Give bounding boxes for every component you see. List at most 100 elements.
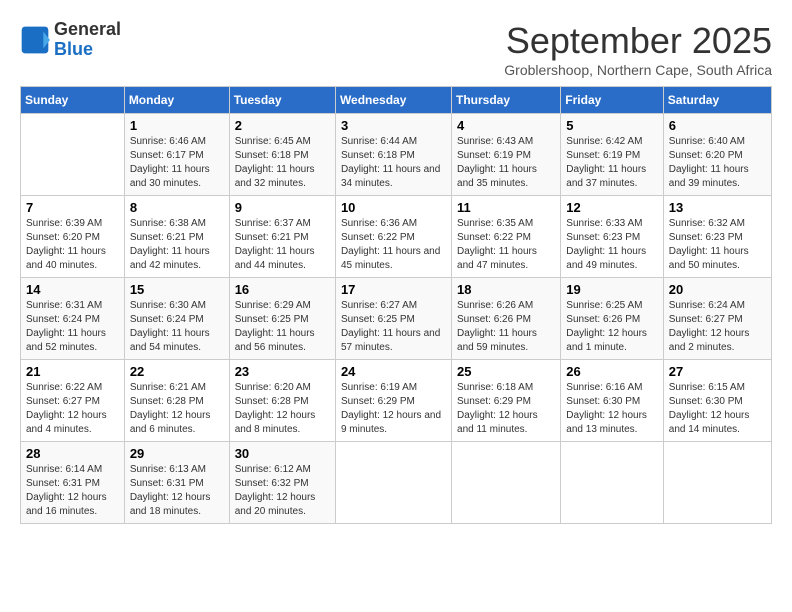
day-number: 28: [26, 446, 119, 461]
calendar-day-cell: 8Sunrise: 6:38 AMSunset: 6:21 PMDaylight…: [124, 196, 229, 278]
calendar-day-cell: 19 Sunrise: 6:25 AMSunset: 6:26 PMDayligh…: [561, 278, 663, 360]
day-number: 26: [566, 364, 657, 379]
calendar-week-row: 14 Sunrise: 6:31 AMSunset: 6:24 PMDayligh…: [21, 278, 772, 360]
calendar-day-cell: 3 Sunrise: 6:44 AMSunset: 6:18 PMDaylight…: [335, 114, 451, 196]
location-subtitle: Groblershoop, Northern Cape, South Afric…: [504, 62, 772, 78]
day-number: 16: [235, 282, 330, 297]
day-number: 4: [457, 118, 555, 133]
weekday-header-row: SundayMondayTuesdayWednesdayThursdayFrid…: [21, 87, 772, 114]
day-info: Sunrise: 6:35 AMSunset: 6:22 PMDaylight:…: [457, 217, 555, 273]
calendar-day-cell: 29 Sunrise: 6:13 AMSunset: 6:31 PMDayligh…: [124, 442, 229, 524]
calendar-day-cell: 18 Sunrise: 6:26 AMSunset: 6:26 PMDayligh…: [452, 278, 561, 360]
day-number: 18: [457, 282, 555, 297]
day-number: 24: [341, 364, 446, 379]
calendar-day-cell: [21, 114, 125, 196]
day-info: Sunrise: 6:12 AMSunset: 6:32 PMDaylight:…: [235, 463, 330, 519]
day-number: 12: [566, 200, 657, 215]
calendar-day-cell: 20 Sunrise: 6:24 AMSunset: 6:27 PMDayligh…: [663, 278, 771, 360]
calendar-day-cell: 6 Sunrise: 6:40 AMSunset: 6:20 PMDaylight…: [663, 114, 771, 196]
calendar-day-cell: 4 Sunrise: 6:43 AMSunset: 6:19 PMDaylight…: [452, 114, 561, 196]
day-info: Sunrise: 6:45 AMSunset: 6:18 PMDaylight:…: [235, 135, 330, 191]
day-number: 3: [341, 118, 446, 133]
day-number: 1: [130, 118, 224, 133]
day-info: Sunrise: 6:38 AMSunset: 6:21 PMDaylight:…: [130, 217, 224, 273]
calendar-day-cell: [335, 442, 451, 524]
calendar-day-cell: [452, 442, 561, 524]
day-number: 27: [669, 364, 766, 379]
day-info: Sunrise: 6:25 AMSunset: 6:26 PMDaylight:…: [566, 299, 657, 355]
day-info: Sunrise: 6:14 AMSunset: 6:31 PMDaylight:…: [26, 463, 119, 519]
weekday-header-cell: Saturday: [663, 87, 771, 114]
calendar-day-cell: 13 Sunrise: 6:32 AMSunset: 6:23 PMDayligh…: [663, 196, 771, 278]
day-info: Sunrise: 6:43 AMSunset: 6:19 PMDaylight:…: [457, 135, 555, 191]
day-number: 23: [235, 364, 330, 379]
day-info: Sunrise: 6:46 AMSunset: 6:17 PMDaylight:…: [130, 135, 224, 191]
day-info: Sunrise: 6:20 AMSunset: 6:28 PMDaylight:…: [235, 381, 330, 437]
day-info: Sunrise: 6:36 AMSunset: 6:22 PMDaylight:…: [341, 217, 446, 273]
calendar-day-cell: 2 Sunrise: 6:45 AMSunset: 6:18 PMDaylight…: [229, 114, 335, 196]
day-number: 19: [566, 282, 657, 297]
day-info: Sunrise: 6:37 AMSunset: 6:21 PMDaylight:…: [235, 217, 330, 273]
weekday-header-cell: Sunday: [21, 87, 125, 114]
day-number: 7: [26, 200, 119, 215]
day-number: 20: [669, 282, 766, 297]
day-number: 22: [130, 364, 224, 379]
calendar-week-row: 7Sunrise: 6:39 AMSunset: 6:20 PMDaylight…: [21, 196, 772, 278]
day-info: Sunrise: 6:27 AMSunset: 6:25 PMDaylight:…: [341, 299, 446, 355]
calendar-day-cell: 24 Sunrise: 6:19 AMSunset: 6:29 PMDayligh…: [335, 360, 451, 442]
weekday-header-cell: Monday: [124, 87, 229, 114]
calendar-day-cell: 30Sunrise: 6:12 AMSunset: 6:32 PMDayligh…: [229, 442, 335, 524]
calendar-day-cell: 25Sunrise: 6:18 AMSunset: 6:29 PMDayligh…: [452, 360, 561, 442]
day-info: Sunrise: 6:13 AMSunset: 6:31 PMDaylight:…: [130, 463, 224, 519]
calendar-week-row: 21 Sunrise: 6:22 AMSunset: 6:27 PMDayligh…: [21, 360, 772, 442]
day-info: Sunrise: 6:40 AMSunset: 6:20 PMDaylight:…: [669, 135, 766, 191]
calendar-day-cell: 10 Sunrise: 6:36 AMSunset: 6:22 PMDayligh…: [335, 196, 451, 278]
calendar-day-cell: 5Sunrise: 6:42 AMSunset: 6:19 PMDaylight…: [561, 114, 663, 196]
month-title: September 2025: [504, 20, 772, 62]
calendar-table: SundayMondayTuesdayWednesdayThursdayFrid…: [20, 86, 772, 524]
day-info: Sunrise: 6:22 AMSunset: 6:27 PMDaylight:…: [26, 381, 119, 437]
logo-text-line1: General: [54, 20, 121, 40]
calendar-day-cell: 11 Sunrise: 6:35 AMSunset: 6:22 PMDayligh…: [452, 196, 561, 278]
calendar-day-cell: 7Sunrise: 6:39 AMSunset: 6:20 PMDaylight…: [21, 196, 125, 278]
calendar-body: 1 Sunrise: 6:46 AMSunset: 6:17 PMDaylight…: [21, 114, 772, 524]
day-info: Sunrise: 6:24 AMSunset: 6:27 PMDaylight:…: [669, 299, 766, 355]
day-info: Sunrise: 6:16 AMSunset: 6:30 PMDaylight:…: [566, 381, 657, 437]
calendar-day-cell: 16Sunrise: 6:29 AMSunset: 6:25 PMDayligh…: [229, 278, 335, 360]
logo: General Blue: [20, 20, 121, 60]
day-number: 21: [26, 364, 119, 379]
logo-text-line2: Blue: [54, 40, 121, 60]
day-info: Sunrise: 6:32 AMSunset: 6:23 PMDaylight:…: [669, 217, 766, 273]
weekday-header-cell: Thursday: [452, 87, 561, 114]
day-number: 13: [669, 200, 766, 215]
calendar-day-cell: 1 Sunrise: 6:46 AMSunset: 6:17 PMDaylight…: [124, 114, 229, 196]
day-number: 14: [26, 282, 119, 297]
calendar-day-cell: 17Sunrise: 6:27 AMSunset: 6:25 PMDayligh…: [335, 278, 451, 360]
calendar-day-cell: 9Sunrise: 6:37 AMSunset: 6:21 PMDaylight…: [229, 196, 335, 278]
calendar-day-cell: [561, 442, 663, 524]
day-number: 25: [457, 364, 555, 379]
day-info: Sunrise: 6:15 AMSunset: 6:30 PMDaylight:…: [669, 381, 766, 437]
calendar-day-cell: [663, 442, 771, 524]
day-info: Sunrise: 6:26 AMSunset: 6:26 PMDaylight:…: [457, 299, 555, 355]
calendar-day-cell: 15 Sunrise: 6:30 AMSunset: 6:24 PMDayligh…: [124, 278, 229, 360]
day-info: Sunrise: 6:19 AMSunset: 6:29 PMDaylight:…: [341, 381, 446, 437]
day-info: Sunrise: 6:31 AMSunset: 6:24 PMDaylight:…: [26, 299, 119, 355]
day-number: 5: [566, 118, 657, 133]
day-number: 6: [669, 118, 766, 133]
day-info: Sunrise: 6:30 AMSunset: 6:24 PMDaylight:…: [130, 299, 224, 355]
day-number: 15: [130, 282, 224, 297]
day-info: Sunrise: 6:21 AMSunset: 6:28 PMDaylight:…: [130, 381, 224, 437]
calendar-day-cell: 22 Sunrise: 6:21 AMSunset: 6:28 PMDayligh…: [124, 360, 229, 442]
day-number: 11: [457, 200, 555, 215]
day-info: Sunrise: 6:33 AMSunset: 6:23 PMDaylight:…: [566, 217, 657, 273]
weekday-header-cell: Wednesday: [335, 87, 451, 114]
calendar-week-row: 1 Sunrise: 6:46 AMSunset: 6:17 PMDaylight…: [21, 114, 772, 196]
day-number: 10: [341, 200, 446, 215]
calendar-day-cell: 21 Sunrise: 6:22 AMSunset: 6:27 PMDayligh…: [21, 360, 125, 442]
logo-icon: [20, 25, 50, 55]
day-info: Sunrise: 6:44 AMSunset: 6:18 PMDaylight:…: [341, 135, 446, 191]
page-header: General Blue September 2025 Groblershoop…: [20, 20, 772, 78]
day-number: 2: [235, 118, 330, 133]
day-number: 29: [130, 446, 224, 461]
